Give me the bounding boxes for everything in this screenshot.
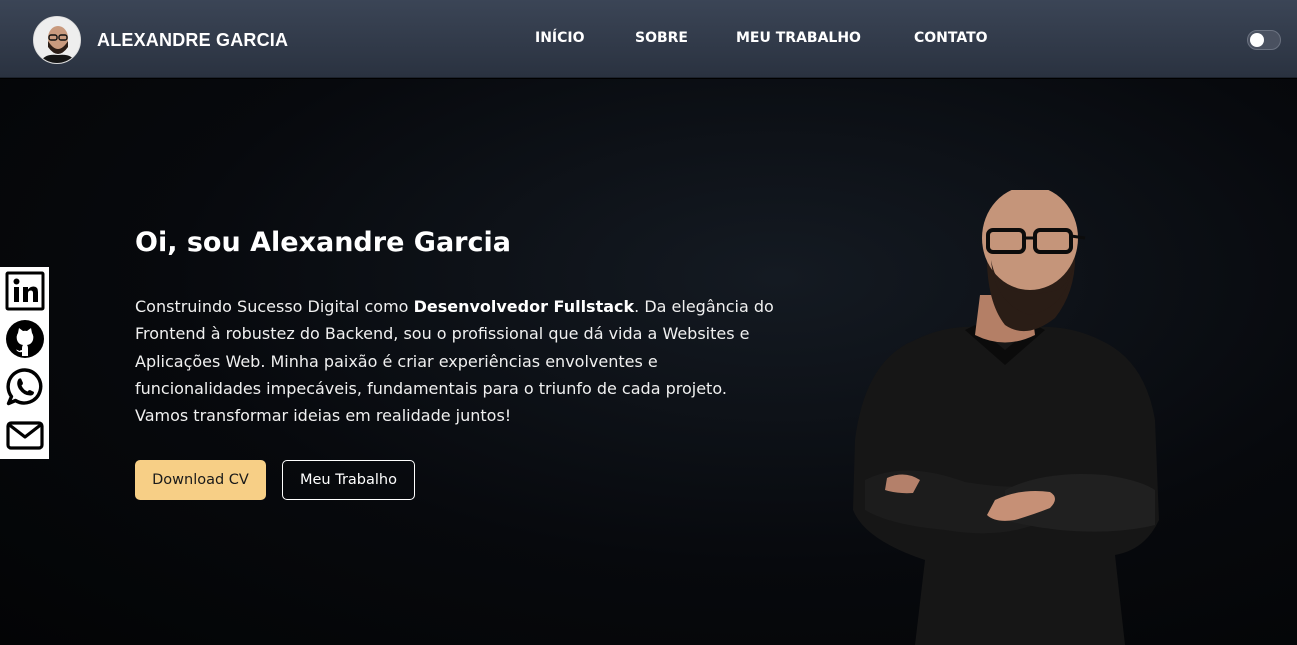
profile-portrait-image — [853, 190, 1159, 645]
hero-title: Oi, sou Alexandre Garcia — [135, 227, 511, 258]
theme-toggle-knob — [1250, 33, 1264, 47]
main-nav: INÍCIO SOBRE MEU TRABALHO CONTATO — [0, 30, 1297, 52]
nav-link-meu-trabalho[interactable]: MEU TRABALHO — [736, 30, 861, 46]
whatsapp-icon — [6, 368, 43, 406]
nav-link-sobre[interactable]: SOBRE — [635, 30, 688, 46]
hero-description-start: Construindo Sucesso Digital como — [135, 297, 414, 316]
hero-description: Construindo Sucesso Digital como Desenvo… — [135, 293, 775, 429]
email-link[interactable] — [5, 415, 45, 455]
nav-link-contato[interactable]: CONTATO — [914, 30, 988, 46]
theme-toggle[interactable] — [1247, 30, 1281, 50]
my-work-button[interactable]: Meu Trabalho — [282, 460, 415, 500]
github-icon — [6, 320, 44, 358]
whatsapp-link[interactable] — [5, 367, 45, 407]
hero-description-role: Desenvolvedor Fullstack — [413, 297, 635, 316]
social-sidebar — [0, 267, 49, 459]
top-navbar: ALEXANDRE GARCIA INÍCIO SOBRE MEU TRABAL… — [0, 0, 1297, 78]
linkedin-icon — [5, 271, 45, 311]
nav-link-inicio[interactable]: INÍCIO — [535, 30, 585, 46]
hero-description-rest: . Da elegância do Frontend à robustez do… — [135, 297, 774, 426]
linkedin-link[interactable] — [5, 271, 45, 311]
mail-icon — [6, 421, 44, 450]
github-link[interactable] — [5, 319, 45, 359]
download-cv-button[interactable]: Download CV — [135, 460, 266, 500]
